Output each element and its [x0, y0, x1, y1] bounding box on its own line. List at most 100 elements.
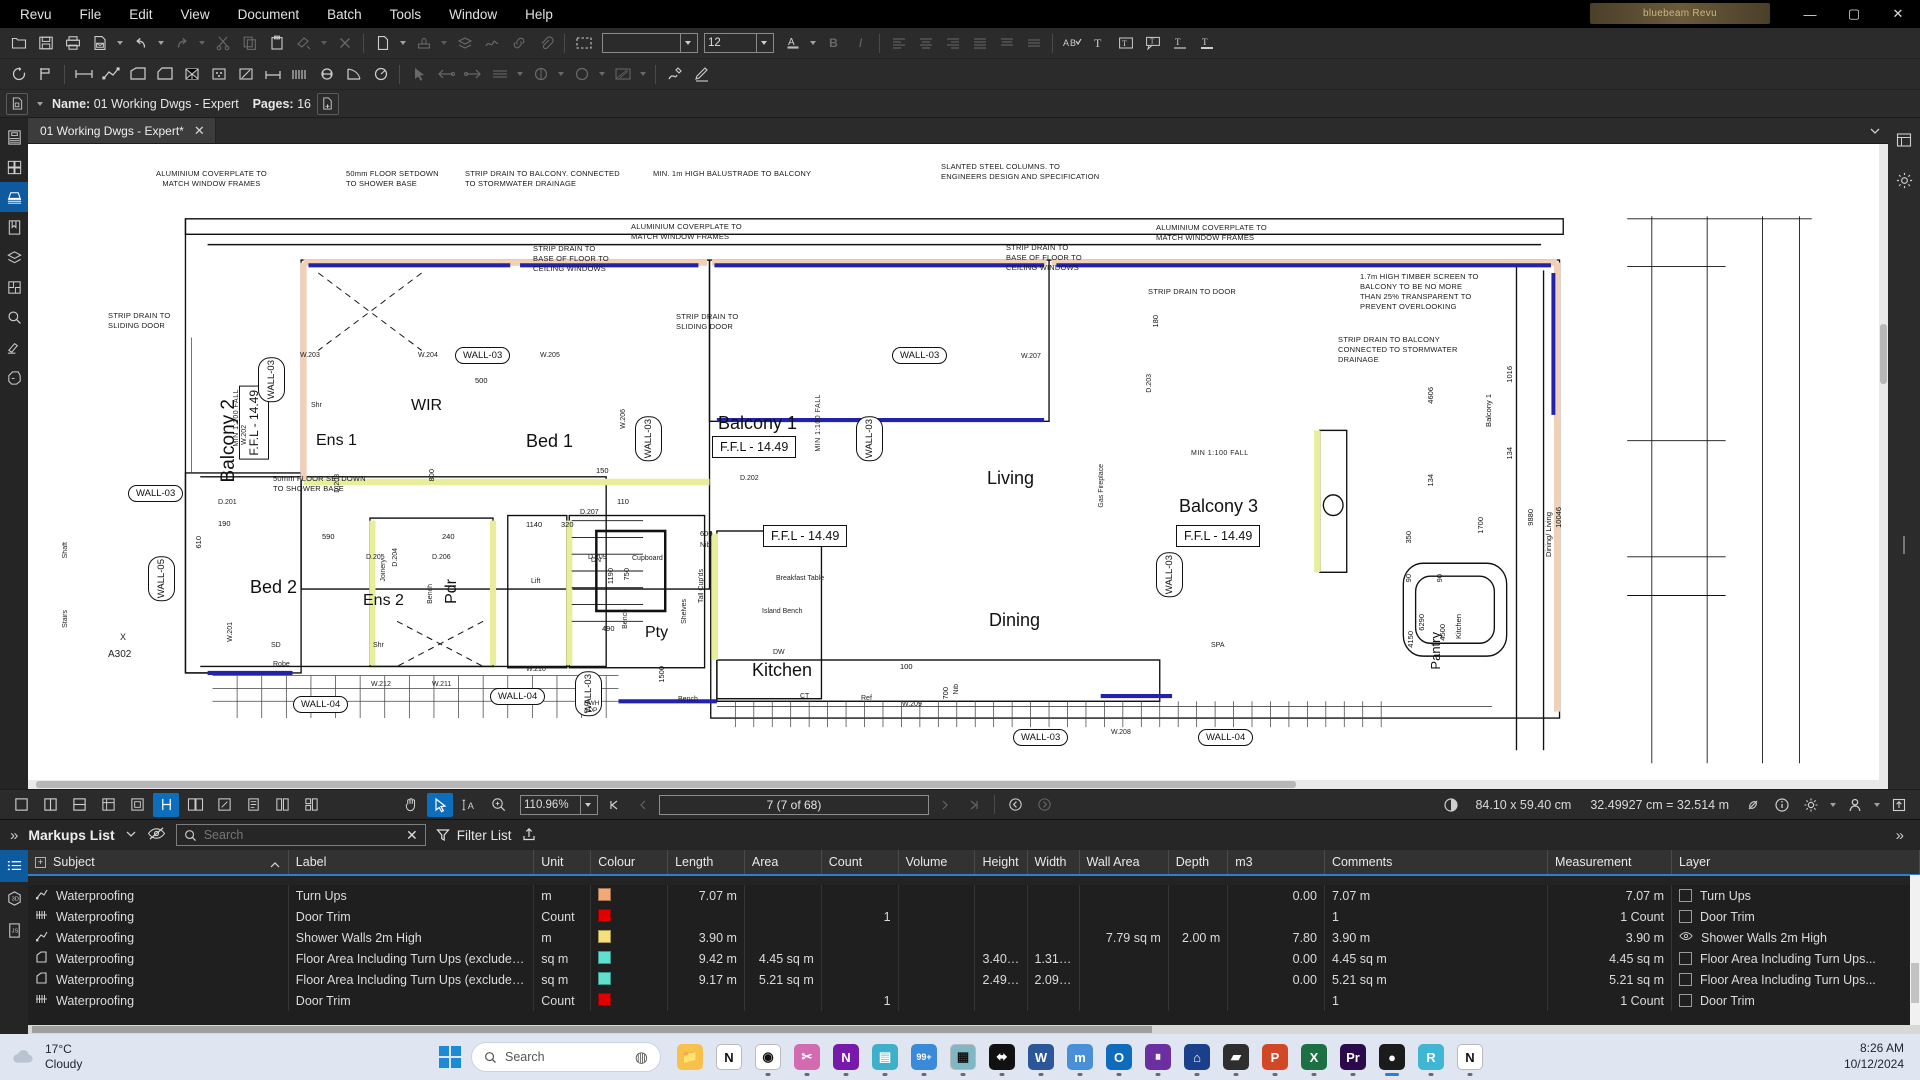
split-horizontal-view-icon[interactable] [66, 793, 92, 817]
sidebar-item-sketch[interactable] [0, 362, 28, 392]
hatch-chevron-down-icon[interactable] [637, 62, 649, 87]
premiere-icon[interactable]: Pr [1338, 1042, 1368, 1076]
text-select-tool-icon[interactable]: A [456, 793, 482, 817]
stamp-chevron-down-icon[interactable] [438, 31, 450, 56]
revu-icon[interactable]: R [1416, 1042, 1446, 1076]
signature-icon[interactable] [479, 31, 504, 56]
profile-icon[interactable] [1842, 793, 1868, 817]
text-highlight-icon[interactable]: T [1194, 31, 1219, 56]
measure-dynamic-fill-icon[interactable] [314, 62, 339, 87]
pan-tool-icon[interactable] [398, 793, 424, 817]
outlook-icon[interactable]: O [1104, 1042, 1134, 1076]
sidebar-item-markups[interactable] [0, 182, 28, 212]
search-input[interactable] [203, 828, 384, 842]
column-header-layer[interactable]: Layer [1671, 850, 1920, 875]
column-header-depth[interactable]: Depth [1168, 850, 1229, 875]
column-header-count[interactable]: Count [821, 850, 899, 875]
hidden-eye-icon[interactable] [147, 826, 166, 844]
powerpoint-icon[interactable]: P [1260, 1042, 1290, 1076]
first-page-icon[interactable] [601, 793, 627, 817]
layer-checkbox[interactable] [1678, 952, 1692, 965]
column-header-subject[interactable]: + Subject [28, 850, 289, 875]
page-layout-icon[interactable] [298, 793, 324, 817]
copilot-icon[interactable]: ◍ [635, 1048, 648, 1066]
align-left-icon[interactable] [886, 31, 911, 56]
spell-check-icon[interactable]: AB [1059, 31, 1084, 56]
page-number-input[interactable]: 7 (7 of 68) [659, 794, 929, 815]
clear-search-icon[interactable]: ✕ [406, 827, 418, 844]
font-size-select[interactable]: 12 [704, 33, 774, 53]
column-header-comments[interactable]: Comments [1324, 850, 1549, 875]
brightness-chevron-down-icon[interactable] [1827, 792, 1839, 817]
cut-icon[interactable] [210, 31, 235, 56]
recorder-icon[interactable]: ● [1377, 1042, 1407, 1076]
vscroll-thumb[interactable] [1880, 324, 1887, 384]
onenote-icon[interactable]: N [831, 1042, 861, 1076]
column-header-volume[interactable]: Volume [898, 850, 976, 875]
markups-vscroll-thumb[interactable] [1911, 963, 1919, 1003]
hyperlink-icon[interactable] [506, 31, 531, 56]
hatch-pattern-icon[interactable] [610, 62, 635, 87]
word-icon[interactable]: W [1026, 1042, 1056, 1076]
email-document-icon[interactable] [87, 31, 112, 56]
viewport-horizontal-scrollbar[interactable] [28, 780, 1879, 789]
column-header-area[interactable]: Area [744, 850, 822, 875]
measure-area-icon[interactable] [125, 62, 150, 87]
panel-expand-icon[interactable]: » [10, 827, 18, 844]
zoom-tool-icon[interactable] [485, 793, 511, 817]
measure-length-icon[interactable] [71, 62, 96, 87]
markups-search-box[interactable]: ✕ [175, 824, 426, 846]
save-icon[interactable] [33, 31, 58, 56]
bluebeam-icon[interactable]: ⬌ [987, 1042, 1017, 1076]
markups-horizontal-scrollbar[interactable] [28, 1025, 1920, 1034]
attachment-icon[interactable] [533, 31, 558, 56]
measure-caliper-icon[interactable] [260, 62, 285, 87]
sidebar-item-tool-chest[interactable] [0, 332, 28, 362]
file-explorer-icon[interactable]: 📁 [675, 1042, 705, 1072]
layer-checkbox[interactable] [1678, 910, 1692, 923]
last-page-icon[interactable] [961, 793, 987, 817]
sheet-set-icon[interactable] [240, 793, 266, 817]
compare-documents-icon[interactable] [182, 793, 208, 817]
filter-list-button[interactable]: Filter List [435, 828, 511, 843]
menu-file[interactable]: File [66, 3, 116, 26]
column-header-wall-area[interactable]: Wall Area [1079, 850, 1169, 875]
previous-page-icon[interactable] [630, 793, 656, 817]
text-tool-icon[interactable]: T [1086, 31, 1111, 56]
no-measure-icon[interactable] [1740, 793, 1766, 817]
fill-color-icon[interactable] [528, 62, 553, 87]
tab-01-working-dwgs[interactable]: 01 Working Dwgs - Expert* ✕ [28, 118, 216, 143]
callout-icon[interactable]: T [1140, 31, 1165, 56]
sticky-notes-icon[interactable]: ▰ [1221, 1042, 1251, 1076]
fit-width-icon[interactable] [153, 792, 179, 817]
measure-radius-icon[interactable] [368, 62, 393, 87]
sidebar-item-thumbnails[interactable] [0, 122, 28, 152]
tab-overflow-chevron-down-icon[interactable] [1862, 118, 1888, 143]
measure-angle-icon[interactable] [341, 62, 366, 87]
taskbar-search[interactable]: Search ◍ [471, 1042, 661, 1072]
brightness-icon[interactable] [1798, 793, 1824, 817]
upload-icon[interactable] [1886, 793, 1912, 817]
table-row[interactable]: Waterproofing Turn Ups m 7.07 m 0.00 7.07 m 7.… [28, 885, 1920, 906]
document-properties-icon[interactable] [6, 92, 28, 115]
menu-revu[interactable]: Revu [6, 3, 66, 26]
copy-icon[interactable] [237, 31, 262, 56]
powerbi-icon[interactable]: ⏸ [1143, 1042, 1173, 1076]
fit-page-icon[interactable] [124, 793, 150, 817]
add-page-icon[interactable] [316, 92, 339, 115]
column-header-colour[interactable]: Colour [590, 850, 669, 875]
panel-collapse-icon[interactable]: » [1896, 827, 1910, 844]
zoom-level-select[interactable]: 110.96% [520, 794, 598, 815]
sidebar-item-search[interactable] [0, 302, 28, 332]
chrome-icon[interactable]: ◉ [753, 1042, 783, 1076]
menu-view[interactable]: View [167, 3, 224, 26]
maximize-button[interactable]: ▢ [1832, 0, 1876, 28]
notion-2-icon[interactable]: N [1455, 1042, 1485, 1076]
markups-title-chevron-down-icon[interactable] [125, 828, 137, 843]
table-row-partial[interactable] [28, 874, 1920, 885]
paste-icon[interactable] [264, 31, 289, 56]
mindmanager-icon[interactable]: m [1065, 1042, 1095, 1076]
rotate-right-icon[interactable] [1031, 793, 1057, 817]
menu-document[interactable]: Document [224, 3, 314, 26]
info-icon[interactable] [1769, 793, 1795, 817]
